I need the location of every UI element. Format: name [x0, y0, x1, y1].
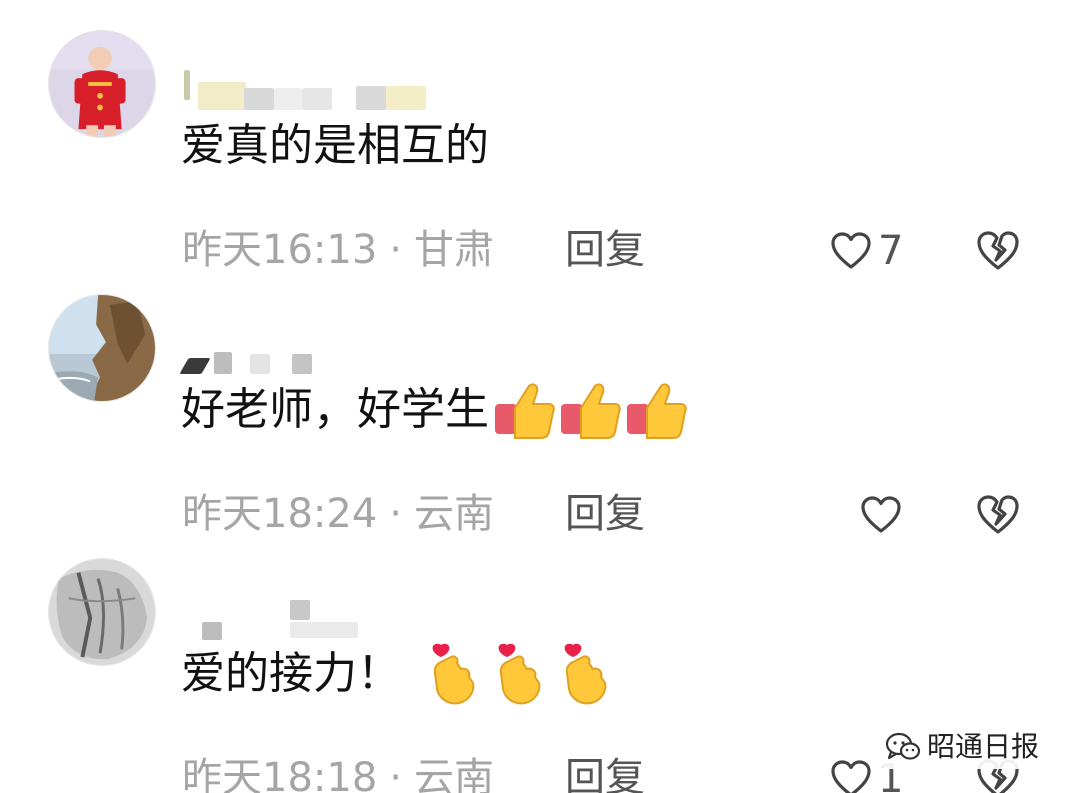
broken-heart-icon[interactable]: [975, 228, 1021, 274]
avatar-baby-in-red: [49, 31, 155, 137]
heart-outline-icon: [831, 232, 871, 269]
comment-location: 甘肃: [414, 227, 494, 273]
reply-button[interactable]: 回复: [565, 748, 645, 793]
username-blurred[interactable]: [179, 322, 462, 378]
comment-meta: 昨天16:13 · 甘肃: [182, 220, 494, 280]
wechat-icon: [885, 732, 921, 760]
username-blurred[interactable]: [182, 58, 462, 114]
username-blurred[interactable]: [182, 586, 462, 642]
avatar-cliff-landscape: [49, 295, 155, 401]
comment-text: 爱的接力！: [181, 643, 611, 705]
finger-heart-emoji: [431, 643, 477, 705]
meta-separator: ·: [389, 755, 402, 793]
comment-text: 好老师，好学生: [181, 379, 691, 441]
comment-text-content: 好老师，好学生: [181, 384, 489, 435]
user-avatar[interactable]: [48, 294, 156, 402]
comment-text-content: 爱的接力！: [181, 648, 401, 699]
comment-item: 好老师，好学生 昨天18:24 · 云南 回复: [0, 294, 1079, 559]
meta-separator: ·: [389, 491, 402, 537]
like-button[interactable]: 7: [830, 226, 903, 276]
emoji-group: [493, 378, 691, 442]
comment-location: 云南: [414, 755, 494, 793]
comment-text: 爱真的是相互的: [181, 120, 489, 171]
user-avatar[interactable]: [48, 558, 156, 666]
thumbs-up-emoji: [559, 378, 623, 442]
heart-outline-icon: [861, 496, 901, 533]
comment-item: 爱真的是相互的 昨天16:13 · 甘肃 回复 7: [0, 30, 1079, 295]
like-button[interactable]: [860, 490, 908, 540]
comment-meta: 昨天18:18 · 云南: [182, 748, 494, 793]
comment-location: 云南: [414, 491, 494, 537]
reply-button[interactable]: 回复: [565, 484, 645, 544]
reply-button[interactable]: 回复: [565, 220, 645, 280]
finger-heart-emoji: [497, 643, 543, 705]
finger-heart-emoji: [563, 643, 609, 705]
comment-list: 爱真的是相互的 昨天16:13 · 甘肃 回复 7 好老师，好学生 昨天18:2…: [0, 0, 1079, 793]
comment-time: 昨天16:13: [182, 227, 378, 273]
avatar-grey-sketch: [49, 559, 155, 665]
user-avatar[interactable]: [48, 30, 156, 138]
meta-separator: ·: [389, 227, 402, 273]
emoji-group: [431, 643, 611, 705]
watermark: 昭通日报: [880, 725, 1047, 769]
comment-time: 昨天18:18: [182, 755, 378, 793]
thumbs-up-emoji: [625, 378, 689, 442]
comment-meta: 昨天18:24 · 云南: [182, 484, 494, 544]
thumbs-up-emoji: [493, 378, 557, 442]
heart-outline-icon: [831, 760, 871, 793]
broken-heart-icon[interactable]: [975, 492, 1021, 538]
comment-time: 昨天18:24: [182, 491, 378, 537]
like-count: 7: [878, 228, 904, 274]
watermark-label: 昭通日报: [926, 730, 1039, 763]
